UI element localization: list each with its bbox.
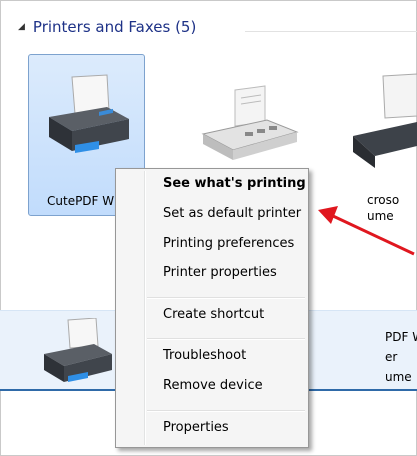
menu-item-set-default-printer[interactable]: Set as default printer — [163, 203, 301, 225]
menu-icon-gutter — [144, 171, 146, 445]
group-header-printers[interactable]: ◢ Printers and Faxes (5) — [18, 18, 196, 36]
device-label-lower-line3: ume — [385, 370, 412, 384]
menu-item-create-shortcut[interactable]: Create shortcut — [163, 304, 264, 326]
menu-item-troubleshoot[interactable]: Troubleshoot — [163, 345, 246, 367]
context-menu: See what's printing Set as default print… — [115, 168, 309, 448]
printer-icon — [49, 74, 129, 153]
collapse-triangle-icon[interactable]: ◢ — [18, 22, 25, 32]
device-label-microsoft-line2: ume — [367, 209, 394, 223]
group-divider — [245, 31, 417, 32]
device-label-lower-line1: PDF W — [385, 330, 417, 344]
device-label-lower-line2: er — [385, 350, 398, 364]
device-tile-lower-printer[interactable] — [38, 318, 113, 388]
device-label-cutepdf: CutePDF W — [47, 194, 115, 208]
menu-separator — [147, 338, 305, 340]
menu-item-properties[interactable]: Properties — [163, 417, 229, 439]
device-label-microsoft-line1: croso — [367, 193, 400, 207]
device-tile-fax[interactable] — [185, 60, 305, 170]
menu-item-printing-preferences[interactable]: Printing preferences — [163, 233, 294, 255]
menu-item-see-whats-printing[interactable]: See what's printing — [163, 173, 306, 195]
fax-icon — [201, 85, 299, 160]
device-tile-microsoft[interactable]: croso ume — [345, 60, 417, 230]
menu-separator — [147, 297, 305, 299]
printer-icon — [353, 73, 417, 168]
menu-item-remove-device[interactable]: Remove device — [163, 375, 263, 397]
group-title: Printers and Faxes (5) — [32, 18, 197, 36]
menu-item-printer-properties[interactable]: Printer properties — [163, 262, 277, 284]
printer-icon — [44, 318, 112, 382]
menu-separator — [147, 410, 305, 412]
